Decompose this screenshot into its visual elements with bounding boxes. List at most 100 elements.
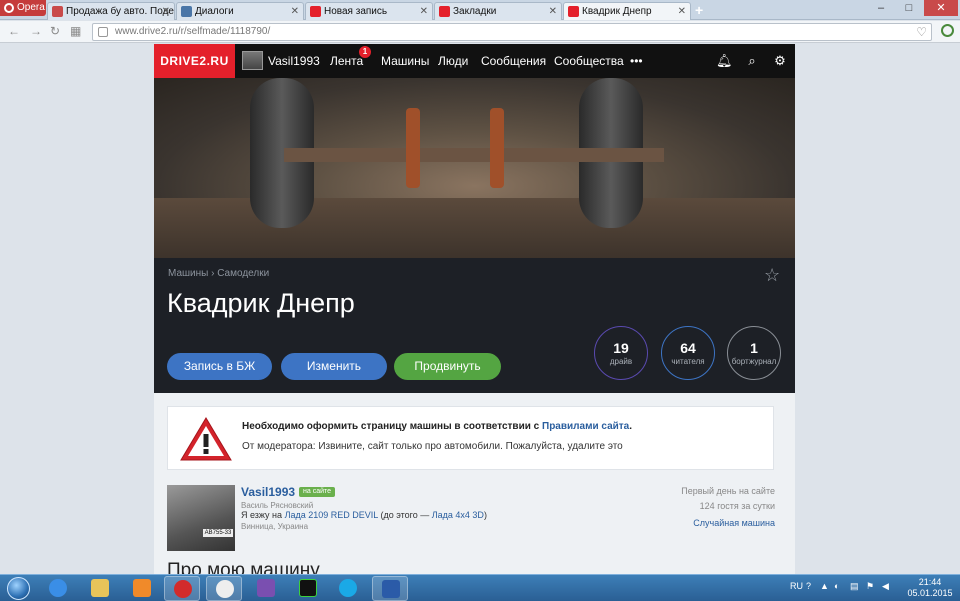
opera-logo-icon [4,3,14,13]
maximize-button[interactable]: □ [896,0,922,16]
url-field[interactable]: www.drive2.ru/r/selfmade/1118790/ ♡ [92,23,932,41]
language-indicator[interactable]: RU [790,581,803,591]
moderation-notice: Необходимо оформить страницу машины в со… [167,406,774,470]
tab-close-icon[interactable]: ✕ [420,3,428,20]
nav-soobshchestva[interactable]: Сообщества [554,44,624,78]
drive2-favicon-icon [439,6,450,17]
nav-lenta[interactable]: Лента [330,44,363,78]
car-favicon-icon [52,6,63,17]
stat-readers[interactable]: 64 читателя [661,326,715,380]
page-info-icon [98,27,108,37]
gear-icon[interactable]: ⚙ [772,53,788,69]
folder-icon [91,579,109,597]
owner-username[interactable]: Vasil1993 [241,485,295,499]
tab-close-icon[interactable]: ✕ [678,3,686,20]
flag-icon[interactable]: ⚑ [866,581,874,592]
start-button[interactable] [2,575,36,601]
taskbar-visual-studio[interactable] [248,576,284,601]
drive2-favicon-icon [568,6,579,17]
edit-button[interactable]: Изменить [281,353,387,380]
site-header: DRIVE2.RU Vasil1993 Лента 1 Машины Люди … [154,44,795,78]
breadcrumb[interactable]: Машины › Самоделки [168,268,269,279]
owner-photo[interactable]: АВ755-33 [167,485,235,551]
taskbar-skype[interactable] [330,576,366,601]
previous-car-link[interactable]: Лада 4x4 3D [432,510,484,520]
help-icon[interactable]: ? [806,581,811,591]
notification-badge: 1 [359,46,371,58]
owner-cars: Я езжу на Лада 2109 RED DEVIL (до этого … [241,510,487,520]
tray-app-icon[interactable]: ◐ [834,581,839,591]
header-username[interactable]: Vasil1993 [268,44,320,78]
system-clock[interactable]: 21:44 05.01.2015 [903,577,957,599]
taskbar-opera-1[interactable] [164,576,200,601]
first-day-note: Первый день на сайте [681,486,775,496]
vk-favicon-icon [181,6,192,17]
tray-expand-icon[interactable]: ▲ [820,581,829,591]
promote-button[interactable]: Продвинуть [394,353,501,380]
logbook-entry-button[interactable]: Запись в БЖ [167,353,272,380]
tab-dialogi[interactable]: Диалоги ✕ [176,2,304,20]
opera-icon [216,580,234,598]
tab-zakladki[interactable]: Закладки ✕ [434,2,562,20]
razer-icon [299,579,317,597]
warning-icon [180,417,232,461]
tab-prodazha[interactable]: Продажа бу авто. Подер ✕ [47,2,175,20]
owner-city: Винница, Украина [241,522,309,531]
guests-count: 124 гостя за сутки [699,501,775,511]
site-logo[interactable]: DRIVE2.RU [154,44,235,78]
tab-close-icon[interactable]: ✕ [549,3,557,20]
visual-studio-icon [257,579,275,597]
stat-drives[interactable]: 19 драйв [594,326,648,380]
taskbar-explorer[interactable] [82,576,118,601]
stat-logbook[interactable]: 1 бортжурнал [727,326,781,380]
back-arrow-icon[interactable]: ← [8,24,20,38]
speed-dial-grid-icon[interactable]: ▦ [70,24,81,38]
taskbar-opera-2[interactable] [206,576,242,601]
tab-close-icon[interactable]: ✕ [291,3,299,20]
taskbar-media-player[interactable] [124,576,160,601]
site-rules-link[interactable]: Правилами сайта [542,421,629,432]
license-plate: АВ755-33 [203,529,233,537]
random-car-link[interactable]: Случайная машина [693,518,775,528]
taskbar-word[interactable] [372,576,408,601]
windows-taskbar: RU ? ▲ ◐ ▤ ⚑ ◀ 21:44 05.01.2015 [0,574,960,601]
tab-kvadrik-dnepr[interactable]: Квадрик Днепр ✕ [563,2,691,20]
skype-icon [339,579,357,597]
tab-close-icon[interactable]: ✕ [162,3,170,20]
notice-text: Необходимо оформить страницу машины в со… [242,421,540,432]
bookmark-heart-icon[interactable]: ♡ [916,24,927,40]
search-icon[interactable]: ⌕ [744,53,760,69]
moderator-message: От модератора: Извините, сайт только про… [242,441,623,452]
online-badge: на сайте [299,487,336,497]
close-window-button[interactable]: ✕ [924,0,958,16]
new-tab-button[interactable]: + [695,2,703,18]
volume-icon[interactable]: ◀ [882,581,889,592]
minimize-button[interactable]: – [868,0,894,16]
star-icon[interactable]: ☆ [764,265,780,286]
owner-real-name: Василь Рясновский [241,501,314,510]
content-area: Необходимо оформить страницу машины в со… [154,393,795,577]
nav-mashiny[interactable]: Машины [381,44,429,78]
current-car-link[interactable]: Лада 2109 RED DEVIL [285,510,378,520]
bell-icon[interactable]: 🔔︎ [716,53,733,69]
tab-novaya-zapis[interactable]: Новая запись ✕ [305,2,433,20]
forward-arrow-icon[interactable]: → [30,24,42,38]
opera-icon [174,580,192,598]
drive2-favicon-icon [310,6,321,17]
page-title: Квадрик Днепр [167,288,355,318]
extension-icon[interactable] [941,24,954,37]
media-player-icon [133,579,151,597]
car-cover-photo [154,78,795,258]
nav-soobshcheniya[interactable]: Сообщения [481,44,546,78]
taskbar-razer[interactable] [290,576,326,601]
web-page: DRIVE2.RU Vasil1993 Лента 1 Машины Люди … [154,44,795,577]
nav-lyudi[interactable]: Люди [438,44,468,78]
word-icon [382,580,400,598]
reload-icon[interactable]: ↻ [50,24,60,38]
network-icon[interactable]: ▤ [850,581,859,592]
nav-more[interactable]: ••• [630,44,643,78]
taskbar-internet-explorer[interactable] [40,576,76,601]
user-avatar[interactable] [242,51,263,70]
ie-icon [49,579,67,597]
opera-menu-button[interactable]: Opera [0,0,46,16]
